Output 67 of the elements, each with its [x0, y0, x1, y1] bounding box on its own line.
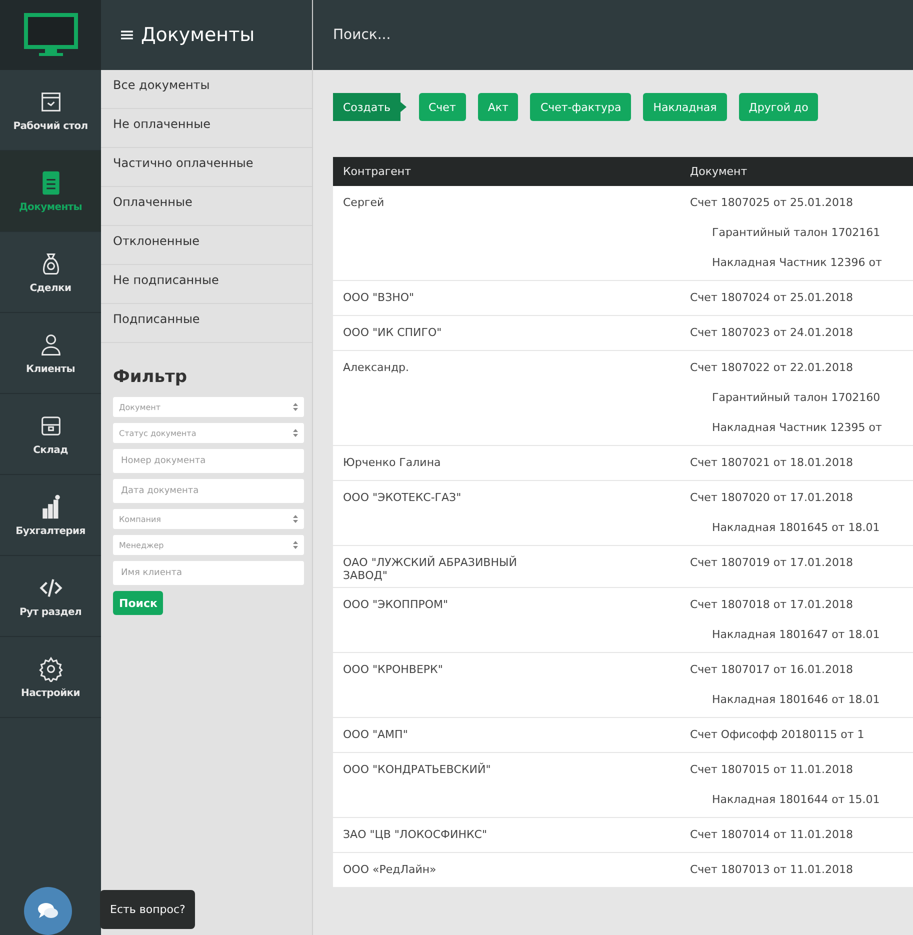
- document-link[interactable]: Накладная Частник 12396 от: [680, 248, 913, 278]
- nav-label: Клиенты: [26, 364, 75, 374]
- document-link[interactable]: Счет 1807018 от 17.01.2018: [680, 590, 913, 620]
- column-header: Контрагент: [342, 165, 412, 178]
- settings-icon: [38, 656, 64, 682]
- table-cell-text: Сергей: [342, 195, 386, 211]
- document-link[interactable]: Накладная 1801645 от 18.01: [680, 513, 913, 543]
- input-field[interactable]: Номер документа: [113, 449, 304, 473]
- document-link[interactable]: Счет 1807015 от 11.01.2018: [680, 755, 913, 785]
- submenu-item[interactable]: Не подписанные: [101, 265, 312, 304]
- table-cell-text: ООО "ЭКОТЕКС-ГАЗ": [342, 490, 462, 506]
- table-cell-text: Александр.: [342, 360, 410, 376]
- nav-label: Склад: [33, 444, 68, 456]
- nav-label: Документы: [18, 202, 82, 212]
- document-link[interactable]: Счет 1807021 от 18.01.2018: [680, 448, 913, 478]
- table-cell-text: ООО "ИК СПИГО": [342, 325, 443, 341]
- table-cell-text: Юрченко Галина: [342, 455, 442, 471]
- table-cell-text: ООО "КРОНВЕРК": [342, 662, 444, 678]
- document-link[interactable]: Накладная 1801646 от 18.01: [680, 685, 913, 715]
- nav-item[interactable]: Документы: [0, 151, 101, 232]
- document-link[interactable]: Гарантийный талон 1702160: [680, 383, 913, 413]
- input-field[interactable]: Имя клиента: [113, 561, 304, 585]
- document-link[interactable]: Счет 1807019 от 17.01.2018: [680, 548, 913, 578]
- submenu-item[interactable]: Подписанные: [101, 304, 312, 343]
- filter-title: Фильтр: [112, 366, 188, 389]
- nav-label: Настройки: [21, 688, 80, 698]
- sort-arrows-icon: [293, 541, 298, 549]
- submenu-item[interactable]: Отклоненные: [101, 226, 312, 265]
- input-field[interactable]: Дата документа: [113, 479, 304, 503]
- document-link[interactable]: Накладная 1801644 от 15.01: [680, 785, 913, 815]
- document-link[interactable]: Счет Офисофф 20180115 от 1: [680, 720, 913, 750]
- submenu-item[interactable]: Оплаченные: [101, 187, 312, 226]
- nav-label: Сделки: [30, 282, 72, 294]
- create-button[interactable]: Создать: [333, 93, 406, 121]
- table-cell-text: ООО "ВЗНО": [342, 290, 416, 306]
- submenu-item[interactable]: Частично оплаченные: [101, 148, 312, 187]
- sort-arrows-icon: [293, 515, 298, 523]
- table-cell-text: ООО "ЭКОППРОМ": [342, 597, 450, 613]
- nav-label: Рабочий стол: [13, 120, 88, 132]
- help-tooltip: Есть вопрос?: [100, 890, 196, 929]
- table-cell-text: ОАО "ЛУЖСКИЙ АБРАЗИВНЫЙ ЗАВОД": [342, 554, 518, 584]
- submenu-item[interactable]: Все документы: [101, 70, 312, 109]
- search-field[interactable]: Поиск...: [331, 26, 635, 44]
- document-link[interactable]: Счет 1807017 от 16.01.2018: [680, 655, 913, 685]
- table-cell-text: ООО "КОНДРАТЬЕВСКИЙ": [342, 762, 492, 778]
- column-header: Документ: [689, 165, 748, 178]
- sort-arrows-icon: [293, 429, 298, 437]
- monitor-logo-icon: [22, 12, 78, 58]
- section-title[interactable]: ≡ Документы: [101, 0, 312, 70]
- submenu-item[interactable]: Не оплаченные: [101, 109, 312, 148]
- chat-icon: [37, 902, 59, 920]
- document-link[interactable]: Счет 1807020 от 17.01.2018: [680, 483, 913, 513]
- document-link[interactable]: Гарантийный талон 1702161: [680, 218, 913, 248]
- document-link[interactable]: Счет 1807025 от 25.01.2018: [680, 188, 913, 218]
- sort-arrows-icon: [293, 403, 298, 411]
- table-cell-text: ЗАО "ЦВ "ЛОКОСФИНКС": [342, 827, 488, 843]
- document-link[interactable]: Счет 1807022 от 22.01.2018: [680, 353, 913, 383]
- document-link[interactable]: Счет 1807013 от 11.01.2018: [680, 855, 913, 885]
- nav-label: Рут раздел: [19, 606, 82, 618]
- document-link[interactable]: Счет 1807024 от 25.01.2018: [680, 283, 913, 313]
- table-cell-text: ООО "АМП": [342, 727, 409, 743]
- document-link[interactable]: Счет 1807014 от 11.01.2018: [680, 820, 913, 850]
- document-link[interactable]: Накладная Частник 12395 от: [680, 413, 913, 443]
- table-cell-text: ООО «РедЛайн»: [342, 862, 438, 878]
- nav-label: Бухгалтерия: [16, 526, 86, 536]
- document-link[interactable]: Накладная 1801647 от 18.01: [680, 620, 913, 650]
- document-link[interactable]: Счет 1807023 от 24.01.2018: [680, 318, 913, 348]
